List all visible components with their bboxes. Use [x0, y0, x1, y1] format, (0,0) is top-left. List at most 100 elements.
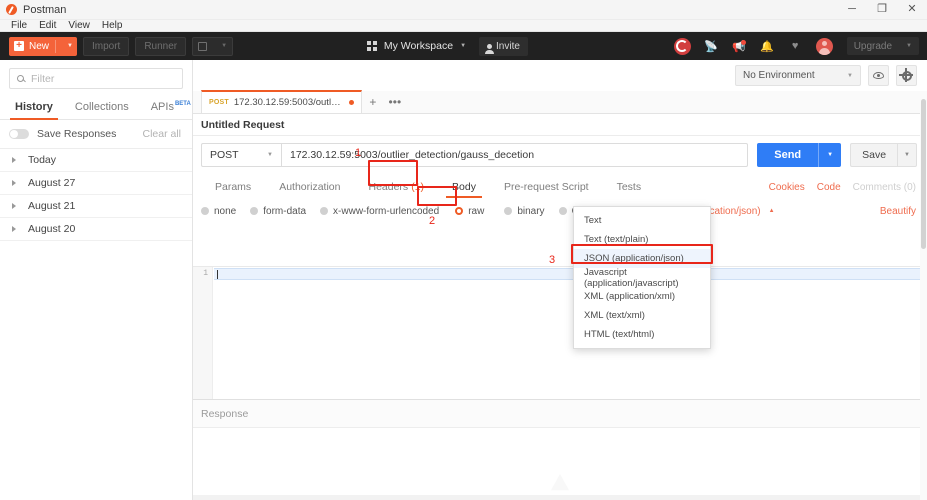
- close-button[interactable]: ✕: [897, 0, 927, 20]
- beautify-button[interactable]: Beautify: [880, 206, 916, 217]
- announcement-icon[interactable]: 📢: [732, 38, 747, 55]
- open-new-window-button[interactable]: ▼: [192, 36, 234, 56]
- invite-label: Invite: [496, 40, 520, 52]
- new-divider: [55, 39, 57, 53]
- save-button[interactable]: Save: [850, 143, 898, 167]
- maximize-button[interactable]: ❐: [867, 0, 897, 20]
- new-button-label: New: [29, 40, 50, 52]
- request-tab[interactable]: POST 172.30.12.59:5003/outlier_det...: [201, 90, 362, 113]
- tab-tests[interactable]: Tests: [603, 174, 656, 200]
- http-method-select[interactable]: POST ▼: [201, 143, 281, 167]
- body-type-none[interactable]: none: [201, 206, 236, 217]
- body-type-binary-label: binary: [517, 205, 545, 217]
- environment-selector[interactable]: No Environment ▼: [735, 65, 861, 86]
- cookies-link[interactable]: Cookies: [769, 182, 805, 193]
- tab-pre-request-script[interactable]: Pre-request Script: [490, 174, 603, 200]
- format-option-text-plain[interactable]: Text (text/plain): [574, 230, 710, 249]
- tab-authorization[interactable]: Authorization: [265, 174, 354, 200]
- request-tab-strip: POST 172.30.12.59:5003/outlier_det... + …: [193, 90, 927, 114]
- response-label: Response: [201, 408, 249, 420]
- history-group-august-27[interactable]: August 27: [0, 172, 192, 195]
- import-button[interactable]: Import: [82, 36, 130, 56]
- history-group-august-21[interactable]: August 21: [0, 195, 192, 218]
- menu-view[interactable]: View: [62, 20, 96, 32]
- body-type-urlencoded[interactable]: x-www-form-urlencoded: [320, 206, 439, 217]
- invite-button[interactable]: Invite: [479, 36, 528, 56]
- sidebar-tab-history[interactable]: History: [4, 96, 64, 120]
- history-group-today[interactable]: Today: [0, 149, 192, 172]
- body-format-dropdown-menu[interactable]: Text Text (text/plain) JSON (application…: [573, 206, 711, 349]
- minimize-button[interactable]: ─: [837, 0, 867, 20]
- chevron-right-icon: [12, 157, 16, 163]
- satellite-icon[interactable]: 📡: [704, 38, 719, 55]
- format-option-xml-text[interactable]: XML (text/xml): [574, 306, 710, 325]
- tab-options-button[interactable]: •••: [384, 91, 406, 113]
- menu-file[interactable]: File: [5, 20, 33, 32]
- main-scrollbar[interactable]: [920, 91, 927, 500]
- send-button[interactable]: Send: [757, 143, 819, 167]
- http-method-value: POST: [210, 149, 239, 161]
- save-options-button[interactable]: ▼: [897, 143, 917, 167]
- chevron-down-icon: ▼: [267, 152, 273, 158]
- format-option-json[interactable]: JSON (application/json): [574, 249, 710, 268]
- chevron-down-icon[interactable]: ▼: [67, 43, 73, 49]
- sidebar-tab-history-label: History: [15, 101, 53, 113]
- menu-edit[interactable]: Edit: [33, 20, 62, 32]
- format-option-label: JSON (application/json): [584, 253, 684, 264]
- tab-params-label: Params: [215, 181, 252, 193]
- new-tab-button[interactable]: +: [362, 91, 384, 113]
- body-type-raw[interactable]: raw: [455, 206, 484, 217]
- user-avatar-icon[interactable]: [815, 37, 833, 55]
- notifications-icon[interactable]: 🔔: [760, 38, 775, 55]
- code-link[interactable]: Code: [817, 182, 841, 193]
- body-type-form-data-label: form-data: [263, 205, 307, 217]
- tab-params[interactable]: Params: [201, 174, 265, 200]
- search-icon: [17, 75, 24, 82]
- upgrade-button[interactable]: Upgrade ▼: [846, 37, 919, 55]
- tab-body-label: Body: [452, 181, 476, 193]
- body-type-urlencoded-label: x-www-form-urlencoded: [333, 205, 440, 217]
- comments-link[interactable]: Comments (0): [853, 182, 916, 193]
- format-option-html[interactable]: HTML (text/html): [574, 325, 710, 344]
- bottom-scrollbar[interactable]: [193, 495, 920, 500]
- unsaved-indicator-icon: [348, 100, 354, 105]
- search-input[interactable]: Filter: [9, 68, 183, 89]
- body-type-binary[interactable]: binary: [504, 205, 545, 217]
- sidebar-tab-collections[interactable]: Collections: [64, 96, 140, 119]
- headers-count: (1): [411, 181, 425, 193]
- environment-quick-look-button[interactable]: [868, 65, 889, 86]
- radio-icon: [250, 207, 259, 215]
- request-tabs-right-links: Cookies Code Comments (0): [757, 182, 927, 193]
- save-responses-toggle[interactable]: [9, 129, 29, 139]
- history-group-label: Today: [28, 154, 57, 166]
- tab-headers[interactable]: Headers (1): [354, 174, 438, 200]
- environment-settings-button[interactable]: [896, 65, 917, 86]
- chevron-right-icon: [12, 180, 16, 186]
- new-button[interactable]: + New ▼: [9, 36, 77, 56]
- format-option-xml-application[interactable]: XML (application/xml): [574, 287, 710, 306]
- main-scrollbar-thumb[interactable]: [921, 99, 926, 249]
- body-row-right: Beautify: [868, 206, 927, 217]
- tab-pre-request-script-label: Pre-request Script: [503, 181, 589, 193]
- format-option-javascript[interactable]: Javascript (application/javascript): [574, 267, 710, 289]
- history-group-august-20[interactable]: August 20: [0, 218, 192, 241]
- chevron-right-icon: [12, 203, 16, 209]
- sync-icon[interactable]: [673, 37, 691, 55]
- tab-body[interactable]: Body: [438, 174, 490, 200]
- request-section-tabs: Params Authorization Headers (1) Body Pre…: [193, 174, 927, 200]
- format-option-text[interactable]: Text: [574, 211, 710, 230]
- chevron-down-icon: ▼: [906, 43, 912, 49]
- runner-button[interactable]: Runner: [135, 36, 187, 56]
- workspace-label[interactable]: My Workspace: [384, 40, 453, 52]
- favorites-icon[interactable]: ♥: [788, 38, 803, 55]
- editor-active-line[interactable]: [214, 268, 926, 280]
- line-number: 1: [203, 269, 208, 278]
- tab-authorization-label: Authorization: [279, 181, 341, 193]
- send-options-button[interactable]: ▼: [818, 143, 842, 167]
- history-list: Today August 27 August 21 August 20: [0, 149, 192, 241]
- body-type-form-data[interactable]: form-data: [250, 206, 306, 217]
- url-input[interactable]: 172.30.12.59:5003/outlier_detection/gaus…: [281, 143, 749, 167]
- chevron-down-icon[interactable]: ▼: [460, 43, 466, 49]
- clear-all-button[interactable]: Clear all: [142, 128, 181, 140]
- menu-help[interactable]: Help: [96, 20, 129, 32]
